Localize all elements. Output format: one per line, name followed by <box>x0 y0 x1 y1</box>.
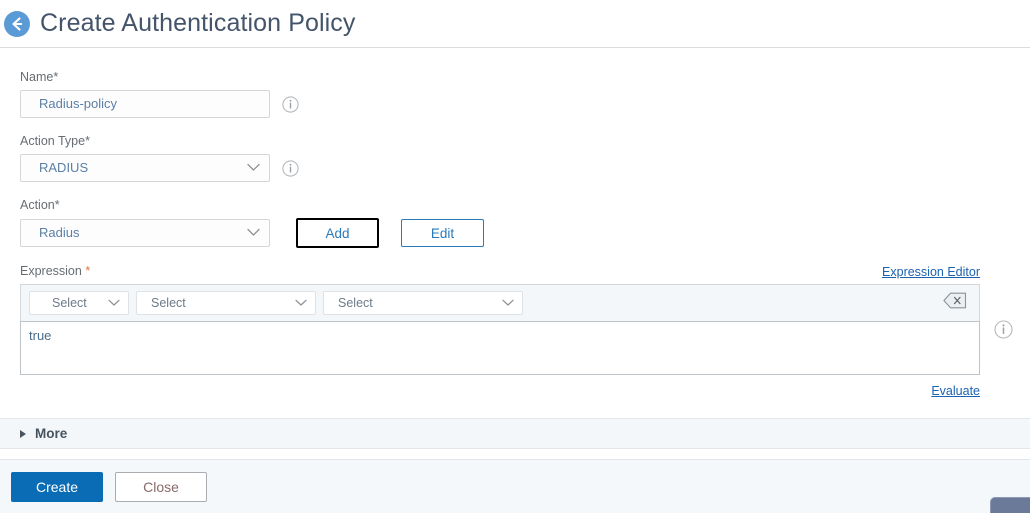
name-input[interactable]: Radius-policy <box>20 90 270 118</box>
action-value: Radius <box>39 225 80 240</box>
action-type-required-mark: * <box>85 134 90 148</box>
back-arrow-icon[interactable] <box>4 10 30 37</box>
action-type-value: RADIUS <box>39 160 89 175</box>
field-action-type: Action Type* RADIUS <box>20 134 1010 182</box>
expression-label: Expression * <box>20 264 90 279</box>
action-select[interactable]: Radius <box>20 219 270 247</box>
expression-select-2-value: Select <box>151 296 186 310</box>
action-type-select[interactable]: RADIUS <box>20 154 270 182</box>
chevron-right-icon <box>20 429 26 438</box>
more-section-label: More <box>35 426 68 441</box>
expression-label-text: Expression <box>20 264 82 278</box>
expression-select-3-value: Select <box>338 296 373 310</box>
page-header: Create Authentication Policy <box>0 0 1030 48</box>
form-body: Name* Radius-policy Action Type* RADIUS … <box>0 48 1030 413</box>
name-label-text: Name <box>20 70 54 84</box>
create-authentication-policy-page: Create Authentication Policy Name* Radiu… <box>0 0 1030 513</box>
create-button[interactable]: Create <box>11 471 103 502</box>
corner-widget[interactable] <box>990 497 1030 513</box>
expression-required-mark: * <box>85 264 91 278</box>
expression-select-2[interactable]: Select <box>136 291 316 315</box>
chevron-down-icon <box>108 296 120 310</box>
field-action: Action* Radius Add Edit <box>20 198 1010 248</box>
footer-actions: Create Close <box>0 459 1030 513</box>
expression-select-3[interactable]: Select <box>323 291 523 315</box>
chevron-down-icon <box>502 296 514 310</box>
expression-select-1-value: Select <box>52 296 87 310</box>
name-info-icon[interactable] <box>282 95 299 113</box>
action-required-mark: * <box>54 198 60 212</box>
close-button[interactable]: Close <box>115 471 207 502</box>
edit-button[interactable]: Edit <box>401 219 484 247</box>
expression-toolbar: Select Select Select <box>20 284 980 321</box>
action-label-text: Action <box>20 198 55 212</box>
more-section-toggle[interactable]: More <box>0 418 1030 449</box>
expression-select-1[interactable]: Select <box>29 291 129 315</box>
action-type-label: Action Type* <box>20 134 1010 149</box>
field-name: Name* Radius-policy <box>20 70 1010 118</box>
name-required-mark: * <box>53 70 59 84</box>
expression-textarea[interactable]: true <box>20 321 980 375</box>
backspace-clear-icon[interactable] <box>943 292 967 314</box>
name-label: Name* <box>20 70 1010 85</box>
field-expression: Expression * Expression Editor Select Se… <box>20 264 1013 398</box>
evaluate-link[interactable]: Evaluate <box>931 384 980 398</box>
page-title: Create Authentication Policy <box>40 9 356 37</box>
chevron-down-icon <box>295 296 307 310</box>
add-button[interactable]: Add <box>296 218 379 248</box>
expression-editor-link[interactable]: Expression Editor <box>882 265 980 279</box>
action-type-info-icon[interactable] <box>282 159 299 177</box>
chevron-down-icon <box>247 220 260 246</box>
action-label: Action* <box>20 198 1010 213</box>
chevron-down-icon <box>247 155 260 181</box>
expression-info-icon[interactable] <box>994 320 1013 344</box>
action-type-label-text: Action Type <box>20 134 86 148</box>
